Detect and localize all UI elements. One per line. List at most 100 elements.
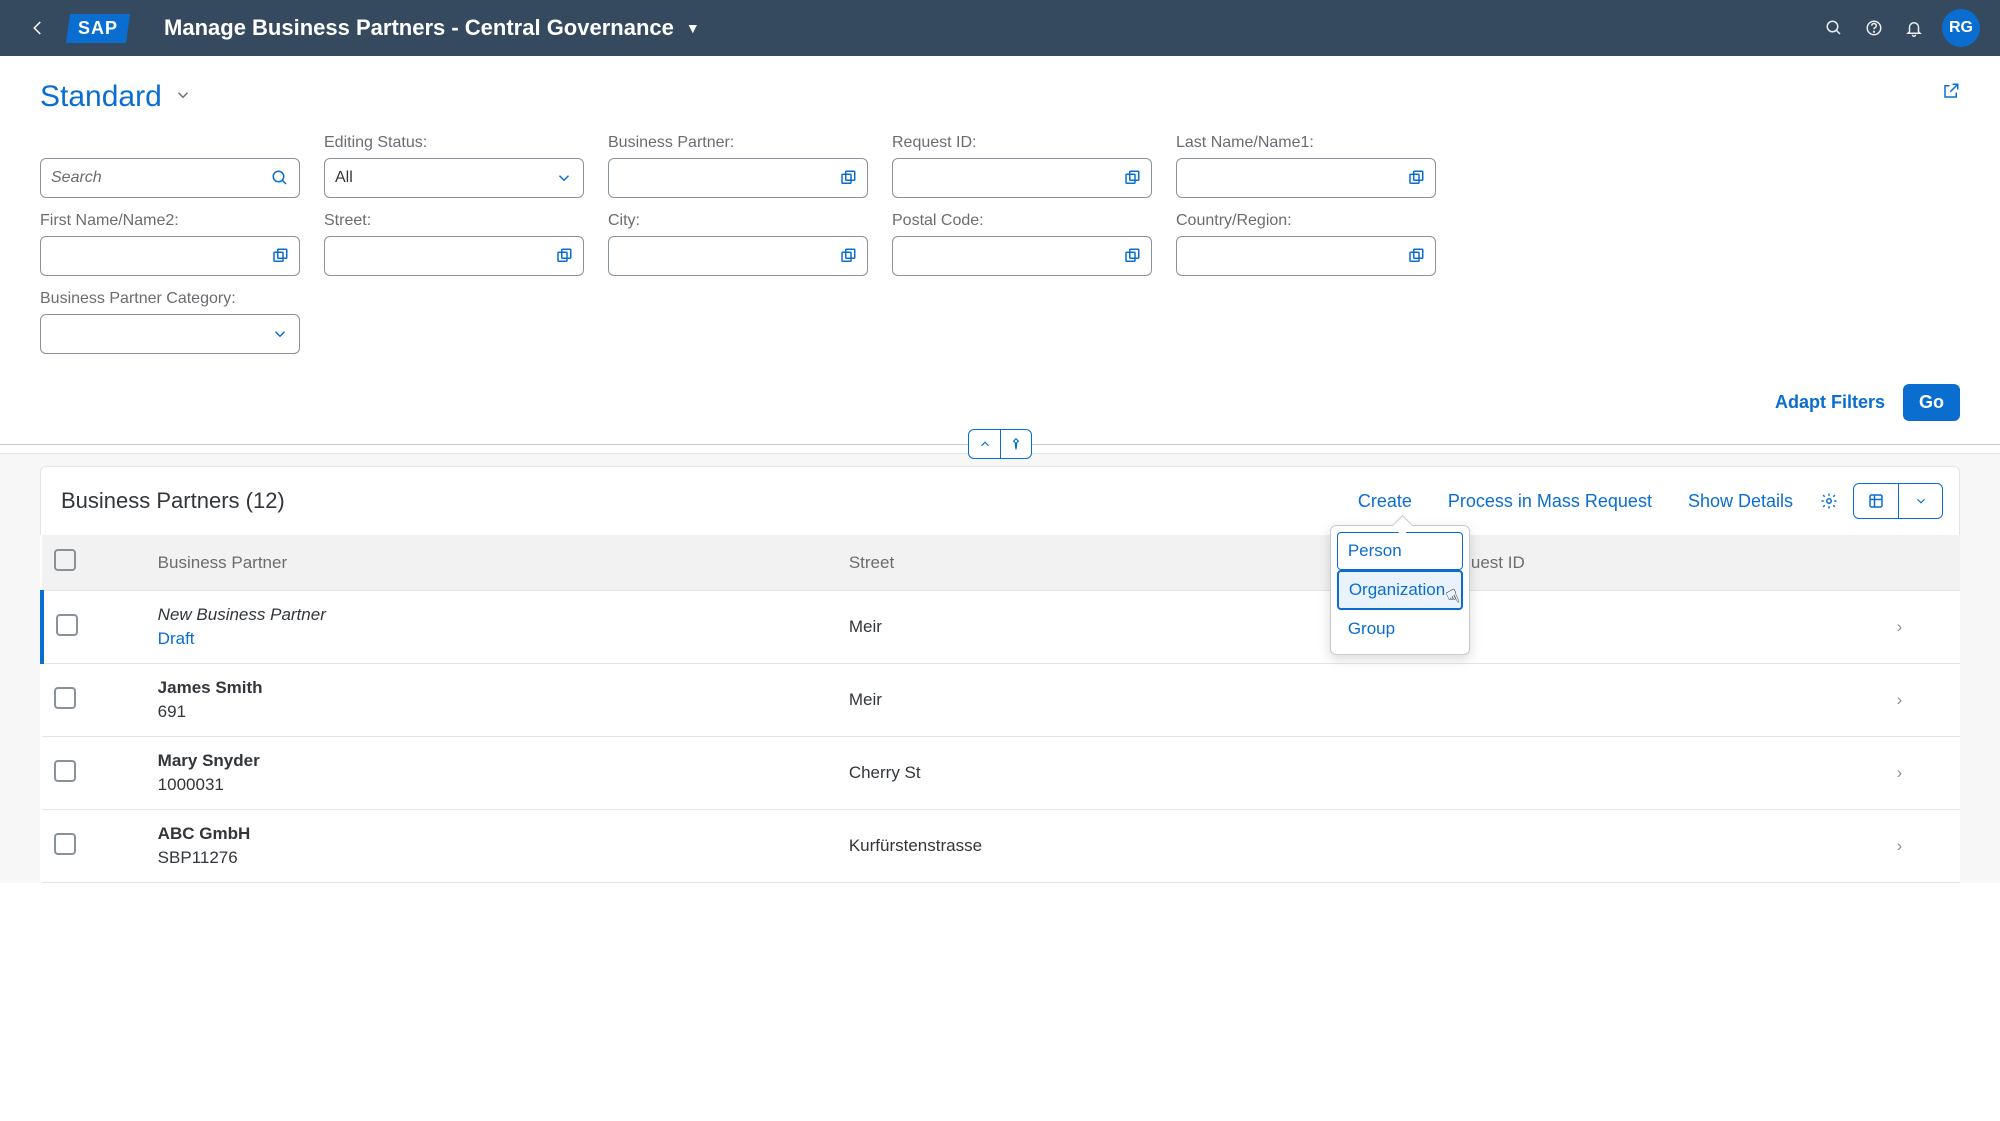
country-input[interactable] xyxy=(1176,236,1436,276)
value-help-icon[interactable] xyxy=(1123,247,1141,265)
notification-icon[interactable] xyxy=(1894,8,1934,48)
city-field[interactable] xyxy=(619,247,831,265)
user-avatar[interactable]: RG xyxy=(1942,9,1980,47)
request-id-field[interactable] xyxy=(903,169,1115,187)
adapt-filters-button[interactable]: Adapt Filters xyxy=(1775,392,1885,413)
shell-header: SAP Manage Business Partners - Central G… xyxy=(0,0,2000,56)
filter-label: Postal Code: xyxy=(892,212,1152,230)
filter-postal-code: Postal Code: xyxy=(892,212,1152,276)
editing-status-select[interactable] xyxy=(324,158,584,198)
value-help-icon[interactable] xyxy=(839,169,857,187)
request-id-input[interactable] xyxy=(892,158,1152,198)
search-icon[interactable] xyxy=(1814,8,1854,48)
table-row[interactable]: James Smith691Meir› xyxy=(42,664,1960,737)
checkbox[interactable] xyxy=(54,549,76,571)
shell-title[interactable]: Manage Business Partners - Central Gover… xyxy=(164,15,700,41)
postal-code-input[interactable] xyxy=(892,236,1152,276)
business-partner-field[interactable] xyxy=(619,169,831,187)
table-toolbar: Business Partners (12) Create Person Org… xyxy=(40,466,1960,535)
go-button[interactable]: Go xyxy=(1903,384,1960,421)
row-name: New Business Partner xyxy=(158,605,825,625)
filter-label: Street: xyxy=(324,212,584,230)
row-checkbox[interactable] xyxy=(54,833,76,855)
postal-code-field[interactable] xyxy=(903,247,1115,265)
bp-category-select[interactable] xyxy=(40,314,300,354)
row-street: Meir xyxy=(837,664,1459,737)
row-nav-chevron[interactable]: › xyxy=(1839,810,1960,883)
show-details-button[interactable]: Show Details xyxy=(1670,491,1811,512)
help-icon[interactable] xyxy=(1854,8,1894,48)
share-icon[interactable] xyxy=(1942,80,1960,106)
value-help-icon[interactable] xyxy=(1407,169,1425,187)
row-sub: 1000031 xyxy=(158,775,825,795)
filter-label: Business Partner: xyxy=(608,134,868,152)
filter-label: Country/Region: xyxy=(1176,212,1436,230)
variant-selector[interactable]: Standard xyxy=(40,80,192,114)
row-checkbox[interactable] xyxy=(54,687,76,709)
editing-status-value xyxy=(335,169,547,187)
filter-label: Business Partner Category: xyxy=(40,290,300,308)
filter-city: City: xyxy=(608,212,868,276)
street-field[interactable] xyxy=(335,247,547,265)
row-nav-chevron[interactable]: › xyxy=(1839,664,1960,737)
settings-icon[interactable] xyxy=(1811,483,1847,519)
filter-street: Street: xyxy=(324,212,584,276)
filter-search xyxy=(40,134,300,198)
row-nav-chevron[interactable]: › xyxy=(1839,737,1960,810)
create-menu-person[interactable]: Person xyxy=(1337,532,1463,570)
value-help-icon[interactable] xyxy=(1407,247,1425,265)
process-mass-button[interactable]: Process in Mass Request xyxy=(1430,491,1670,512)
filter-first-name: First Name/Name2: xyxy=(40,212,300,276)
search-input-wrap[interactable] xyxy=(40,158,300,198)
chevron-down-icon: ▼ xyxy=(686,20,700,36)
value-help-icon[interactable] xyxy=(271,247,289,265)
export-menu-button[interactable] xyxy=(1898,484,1942,518)
export-button[interactable] xyxy=(1854,484,1898,518)
filter-label: City: xyxy=(608,212,868,230)
table-section: Business Partners (12) Create Person Org… xyxy=(0,453,2000,883)
street-input[interactable] xyxy=(324,236,584,276)
filter-editing-status: Editing Status: xyxy=(324,134,584,198)
column-request-id[interactable]: uest ID xyxy=(1459,535,1839,591)
filter-bp-category: Business Partner Category: xyxy=(40,290,300,354)
create-button[interactable]: Create Person Organization ☟ Group xyxy=(1340,491,1430,512)
row-checkbox[interactable] xyxy=(56,614,78,636)
chevron-down-icon xyxy=(555,169,573,187)
cursor-icon: ☟ xyxy=(1442,583,1464,611)
filter-label: Editing Status: xyxy=(324,134,584,152)
search-icon[interactable] xyxy=(271,169,289,187)
value-help-icon[interactable] xyxy=(839,247,857,265)
column-bp[interactable]: Business Partner xyxy=(146,535,837,591)
last-name-field[interactable] xyxy=(1187,169,1399,187)
row-name: ABC GmbH xyxy=(158,824,825,844)
country-field[interactable] xyxy=(1187,247,1399,265)
create-menu-organization[interactable]: Organization ☟ xyxy=(1337,570,1463,610)
city-input[interactable] xyxy=(608,236,868,276)
bp-category-field[interactable] xyxy=(51,325,263,343)
last-name-input[interactable] xyxy=(1176,158,1436,198)
shell-title-text: Manage Business Partners - Central Gover… xyxy=(164,15,674,41)
table-header-row: Business Partner Street uest ID xyxy=(42,535,1960,591)
select-all-header[interactable] xyxy=(42,535,146,591)
row-sub[interactable]: Draft xyxy=(158,629,825,649)
row-nav-chevron[interactable]: › xyxy=(1839,591,1960,664)
page-header: Standard xyxy=(0,56,2000,114)
row-checkbox[interactable] xyxy=(54,760,76,782)
business-partner-input[interactable] xyxy=(608,158,868,198)
value-help-icon[interactable] xyxy=(555,247,573,265)
collapse-header-button[interactable] xyxy=(968,429,1000,459)
pin-header-button[interactable] xyxy=(1000,429,1032,459)
table-row[interactable]: New Business PartnerDraftMeir› xyxy=(42,591,1960,664)
filter-label: Request ID: xyxy=(892,134,1152,152)
first-name-input[interactable] xyxy=(40,236,300,276)
row-name: Mary Snyder xyxy=(158,751,825,771)
value-help-icon[interactable] xyxy=(1123,169,1141,187)
back-button[interactable] xyxy=(20,10,56,46)
search-input[interactable] xyxy=(51,169,263,187)
table-row[interactable]: Mary Snyder1000031Cherry St› xyxy=(42,737,1960,810)
variant-name: Standard xyxy=(40,80,162,114)
table-row[interactable]: ABC GmbHSBP11276Kurfürstenstrasse› xyxy=(42,810,1960,883)
filter-bar: Editing Status: Business Partner: Reques… xyxy=(0,114,2000,380)
first-name-field[interactable] xyxy=(51,247,263,265)
create-menu-group[interactable]: Group xyxy=(1337,610,1463,648)
